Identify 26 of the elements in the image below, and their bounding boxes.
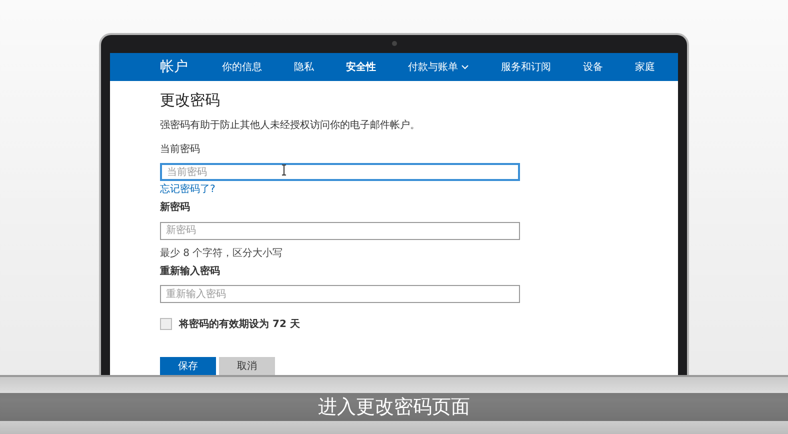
nav-tab[interactable]: 安全性 bbox=[346, 60, 376, 74]
page-title: 更改密码 bbox=[160, 90, 220, 110]
password-field[interactable]: 新密码 bbox=[160, 222, 520, 240]
nav-tab[interactable]: 设备 bbox=[583, 60, 603, 74]
nav-tab[interactable]: 家庭 bbox=[635, 60, 655, 74]
password-field[interactable]: 重新输入密码 bbox=[160, 285, 520, 303]
field-label: 当前密码 bbox=[160, 142, 200, 156]
password-field[interactable]: 当前密码 bbox=[160, 163, 520, 181]
nav-tab[interactable]: 服务和订阅 bbox=[501, 60, 551, 74]
nav-tab[interactable]: 隐私 bbox=[294, 60, 314, 74]
brand-title: 帐户 bbox=[160, 58, 188, 76]
chevron-icon bbox=[461, 64, 469, 70]
checkbox[interactable] bbox=[160, 318, 172, 330]
save-button[interactable]: 保存 bbox=[160, 357, 216, 375]
forgot-password-link[interactable]: 忘记密码了? bbox=[160, 182, 216, 196]
field-label: 新密码 bbox=[160, 200, 190, 214]
field-label: 重新输入密码 bbox=[160, 264, 220, 278]
nav-tab[interactable]: 付款与账单 bbox=[408, 60, 469, 74]
nav-tab[interactable]: 你的信息 bbox=[222, 60, 262, 74]
intro-text: 强密码有助于防止其他人未经授权访问你的电子邮件帐户。 bbox=[160, 118, 420, 132]
cancel-button[interactable]: 取消 bbox=[219, 357, 275, 375]
field-hint: 最少 8 个字符，区分大小写 bbox=[160, 246, 283, 260]
text-cursor-icon bbox=[281, 164, 287, 176]
camera-icon bbox=[392, 41, 396, 46]
checkbox-label: 将密码的有效期设为 72 天 bbox=[179, 318, 300, 331]
subtitle-text: 进入更改密码页面 bbox=[318, 395, 470, 420]
